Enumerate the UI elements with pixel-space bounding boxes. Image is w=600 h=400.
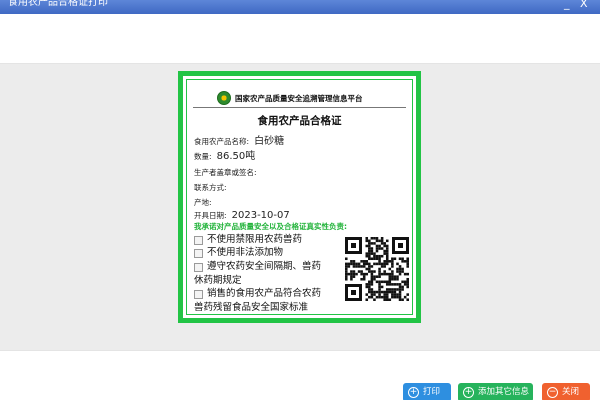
pledge-item-1: 不使用禁限用农药兽药 — [207, 234, 303, 245]
pledge-title: 我承诺对产品质量安全以及合格证真实性负责: — [194, 222, 347, 231]
window-title-bar: 食用农产品合格证打印 _ X — [0, 0, 600, 14]
qr-finder-top-left — [345, 237, 362, 254]
pledge-item-3-line1: 遵守农药安全间隔期、兽药 — [207, 261, 322, 272]
print-button-label: 打印 — [423, 387, 441, 397]
print-button[interactable]: + 打印 — [403, 383, 451, 400]
plus-circle-icon: + — [463, 387, 474, 398]
minimize-button[interactable]: _ — [564, 0, 570, 11]
pledge-item-2: 不使用非法添加物 — [207, 247, 284, 258]
platform-logo-icon — [217, 91, 231, 105]
window-title: 食用农产品合格证打印 — [8, 0, 108, 8]
close-window-button[interactable]: X — [580, 0, 588, 11]
product-name-value: 白砂糖 — [254, 136, 285, 147]
minus-circle-icon: − — [547, 387, 558, 398]
qr-finder-bottom-left — [345, 284, 362, 301]
issue-date-value: 2023-10-07 — [231, 210, 290, 221]
pledge-item-4-line2: 兽药残留食品安全国家标准 — [194, 302, 309, 313]
plus-circle-icon: + — [408, 387, 419, 398]
qr-code-icon — [345, 237, 409, 301]
certificate-preview: 国家农产品质量安全追溯管理信息平台 食用农产品合格证 食用农产品名称: 白砂糖 … — [178, 71, 421, 323]
add-other-info-label: 添加其它信息 — [478, 387, 530, 397]
top-toolbar-area — [0, 14, 600, 64]
qr-finder-top-right — [392, 237, 409, 254]
certificate-title: 食用农产品合格证 — [257, 115, 342, 127]
certificate-inner-frame: 国家农产品质量安全追溯管理信息平台 食用农产品合格证 食用农产品名称: 白砂糖 … — [186, 79, 413, 315]
issue-date-row: 开具日期: 2023-10-07 — [194, 203, 290, 222]
close-button-label: 关闭 — [562, 387, 580, 397]
close-button[interactable]: − 关闭 — [542, 383, 590, 400]
pledge-checkbox-1[interactable] — [194, 236, 203, 245]
issue-date-label: 开具日期: — [194, 211, 227, 220]
pledge-checkbox-3[interactable] — [194, 263, 203, 272]
pledge-item-3-line2: 休药期规定 — [194, 275, 242, 286]
pledge-checkbox-2[interactable] — [194, 249, 203, 258]
platform-name: 国家农产品质量安全追溯管理信息平台 — [235, 94, 363, 103]
divider — [193, 107, 406, 108]
add-other-info-button[interactable]: + 添加其它信息 — [458, 383, 533, 400]
pledge-checkbox-4[interactable] — [194, 290, 203, 299]
pledge-item-4-line1: 销售的食用农产品符合农药 — [207, 288, 322, 299]
